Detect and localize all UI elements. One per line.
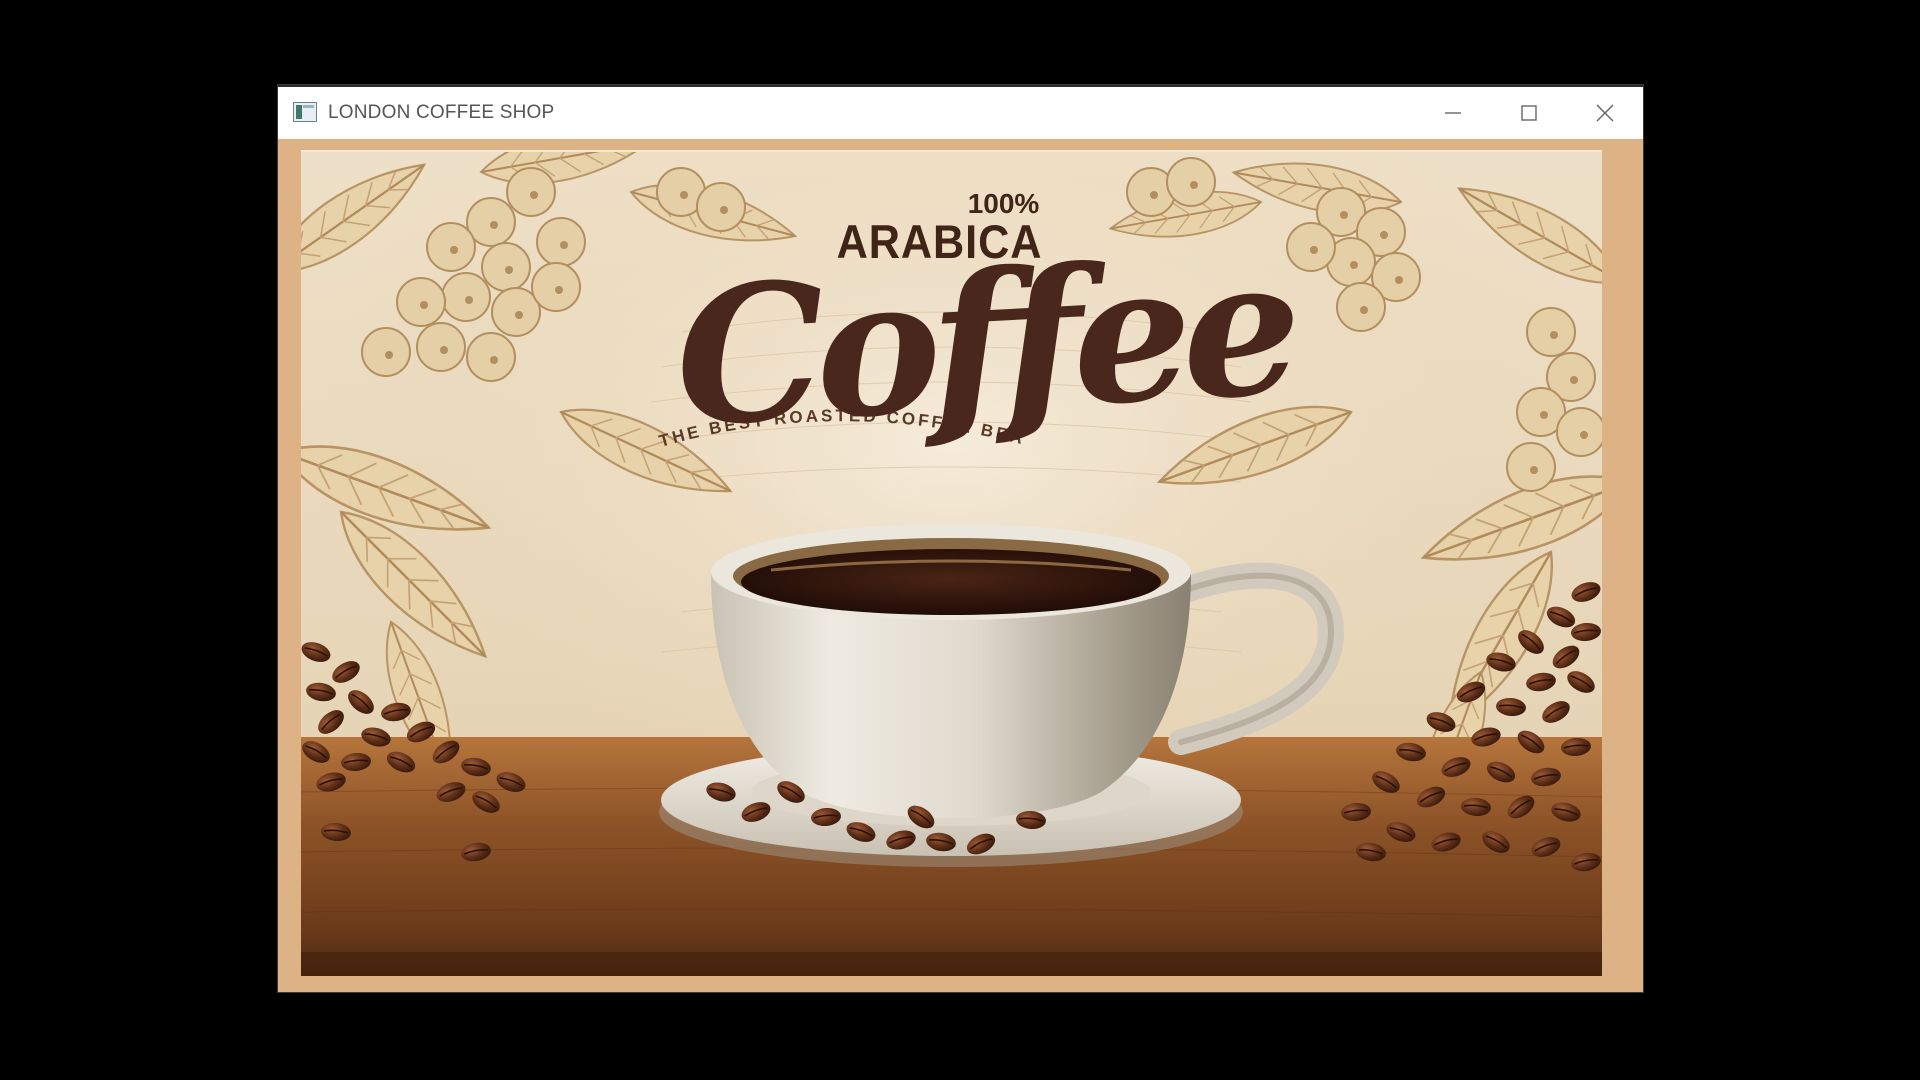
maximize-icon xyxy=(1520,104,1538,122)
title-bar[interactable]: LONDON COFFEE SHOP xyxy=(278,85,1643,139)
app-window: LONDON COFFEE SHOP THE BEST ROASTED COFF… xyxy=(278,85,1643,992)
coffee-poster-image: THE BEST ROASTED COFFEE BEANS 100% ARABI… xyxy=(301,150,1602,976)
app-window-icon xyxy=(293,102,317,122)
window-content: THE BEST ROASTED COFFEE BEANS 100% ARABI… xyxy=(278,139,1643,992)
minimize-icon xyxy=(1444,104,1462,122)
minimize-button[interactable] xyxy=(1415,87,1491,139)
maximize-button[interactable] xyxy=(1491,87,1567,139)
close-button[interactable] xyxy=(1567,87,1643,139)
window-title: LONDON COFFEE SHOP xyxy=(328,102,555,123)
close-icon xyxy=(1596,104,1614,122)
